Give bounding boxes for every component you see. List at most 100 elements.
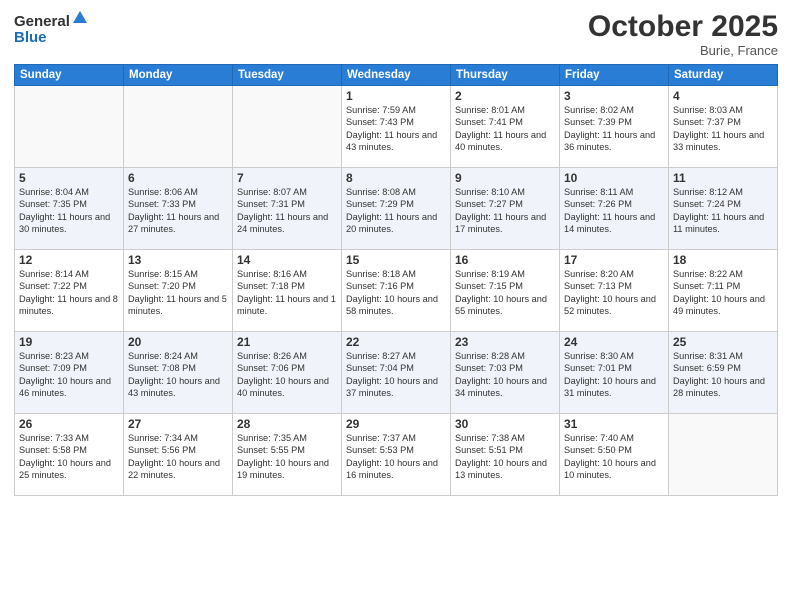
day-number: 31 <box>564 417 664 431</box>
calendar-week-row: 26Sunrise: 7:33 AM Sunset: 5:58 PM Dayli… <box>15 414 778 496</box>
calendar-header-row: Sunday Monday Tuesday Wednesday Thursday… <box>15 65 778 86</box>
day-info: Sunrise: 8:11 AM Sunset: 7:26 PM Dayligh… <box>564 186 664 236</box>
day-info: Sunrise: 7:38 AM Sunset: 5:51 PM Dayligh… <box>455 432 555 482</box>
day-number: 26 <box>19 417 119 431</box>
logo: General Blue <box>14 14 89 47</box>
day-number: 19 <box>19 335 119 349</box>
table-row: 14Sunrise: 8:16 AM Sunset: 7:18 PM Dayli… <box>233 250 342 332</box>
table-row: 9Sunrise: 8:10 AM Sunset: 7:27 PM Daylig… <box>451 168 560 250</box>
day-info: Sunrise: 8:10 AM Sunset: 7:27 PM Dayligh… <box>455 186 555 236</box>
day-number: 27 <box>128 417 228 431</box>
day-number: 21 <box>237 335 337 349</box>
table-row: 29Sunrise: 7:37 AM Sunset: 5:53 PM Dayli… <box>342 414 451 496</box>
table-row: 22Sunrise: 8:27 AM Sunset: 7:04 PM Dayli… <box>342 332 451 414</box>
day-info: Sunrise: 8:08 AM Sunset: 7:29 PM Dayligh… <box>346 186 446 236</box>
day-number: 13 <box>128 253 228 267</box>
day-number: 12 <box>19 253 119 267</box>
table-row: 19Sunrise: 8:23 AM Sunset: 7:09 PM Dayli… <box>15 332 124 414</box>
header-tuesday: Tuesday <box>233 65 342 86</box>
day-info: Sunrise: 7:40 AM Sunset: 5:50 PM Dayligh… <box>564 432 664 482</box>
day-info: Sunrise: 7:59 AM Sunset: 7:43 PM Dayligh… <box>346 104 446 154</box>
header-wednesday: Wednesday <box>342 65 451 86</box>
day-info: Sunrise: 7:37 AM Sunset: 5:53 PM Dayligh… <box>346 432 446 482</box>
table-row <box>233 86 342 168</box>
day-number: 6 <box>128 171 228 185</box>
day-number: 10 <box>564 171 664 185</box>
day-info: Sunrise: 8:23 AM Sunset: 7:09 PM Dayligh… <box>19 350 119 400</box>
calendar-week-row: 1Sunrise: 7:59 AM Sunset: 7:43 PM Daylig… <box>15 86 778 168</box>
table-row: 15Sunrise: 8:18 AM Sunset: 7:16 PM Dayli… <box>342 250 451 332</box>
table-row: 28Sunrise: 7:35 AM Sunset: 5:55 PM Dayli… <box>233 414 342 496</box>
day-info: Sunrise: 7:34 AM Sunset: 5:56 PM Dayligh… <box>128 432 228 482</box>
table-row: 10Sunrise: 8:11 AM Sunset: 7:26 PM Dayli… <box>560 168 669 250</box>
day-info: Sunrise: 8:20 AM Sunset: 7:13 PM Dayligh… <box>564 268 664 318</box>
calendar-week-row: 12Sunrise: 8:14 AM Sunset: 7:22 PM Dayli… <box>15 250 778 332</box>
table-row: 1Sunrise: 7:59 AM Sunset: 7:43 PM Daylig… <box>342 86 451 168</box>
day-info: Sunrise: 8:31 AM Sunset: 6:59 PM Dayligh… <box>673 350 773 400</box>
day-info: Sunrise: 7:33 AM Sunset: 5:58 PM Dayligh… <box>19 432 119 482</box>
logo-blue: Blue <box>14 29 47 46</box>
day-number: 9 <box>455 171 555 185</box>
table-row: 31Sunrise: 7:40 AM Sunset: 5:50 PM Dayli… <box>560 414 669 496</box>
table-row: 6Sunrise: 8:06 AM Sunset: 7:33 PM Daylig… <box>124 168 233 250</box>
day-number: 2 <box>455 89 555 103</box>
logo-icon <box>71 9 89 27</box>
header-friday: Friday <box>560 65 669 86</box>
day-info: Sunrise: 8:19 AM Sunset: 7:15 PM Dayligh… <box>455 268 555 318</box>
day-info: Sunrise: 8:26 AM Sunset: 7:06 PM Dayligh… <box>237 350 337 400</box>
day-number: 22 <box>346 335 446 349</box>
day-number: 14 <box>237 253 337 267</box>
table-row: 17Sunrise: 8:20 AM Sunset: 7:13 PM Dayli… <box>560 250 669 332</box>
day-info: Sunrise: 8:22 AM Sunset: 7:11 PM Dayligh… <box>673 268 773 318</box>
day-number: 30 <box>455 417 555 431</box>
table-row <box>15 86 124 168</box>
page: General Blue October 2025 Burie, France … <box>0 0 792 612</box>
day-info: Sunrise: 8:28 AM Sunset: 7:03 PM Dayligh… <box>455 350 555 400</box>
day-info: Sunrise: 8:02 AM Sunset: 7:39 PM Dayligh… <box>564 104 664 154</box>
header: General Blue October 2025 Burie, France <box>14 10 778 58</box>
day-info: Sunrise: 8:04 AM Sunset: 7:35 PM Dayligh… <box>19 186 119 236</box>
logo-general: General <box>14 14 70 29</box>
day-info: Sunrise: 8:01 AM Sunset: 7:41 PM Dayligh… <box>455 104 555 154</box>
day-number: 17 <box>564 253 664 267</box>
table-row: 8Sunrise: 8:08 AM Sunset: 7:29 PM Daylig… <box>342 168 451 250</box>
table-row: 21Sunrise: 8:26 AM Sunset: 7:06 PM Dayli… <box>233 332 342 414</box>
day-info: Sunrise: 8:06 AM Sunset: 7:33 PM Dayligh… <box>128 186 228 236</box>
month-title: October 2025 <box>588 10 778 43</box>
table-row: 11Sunrise: 8:12 AM Sunset: 7:24 PM Dayli… <box>669 168 778 250</box>
day-info: Sunrise: 7:35 AM Sunset: 5:55 PM Dayligh… <box>237 432 337 482</box>
day-number: 29 <box>346 417 446 431</box>
day-info: Sunrise: 8:16 AM Sunset: 7:18 PM Dayligh… <box>237 268 337 318</box>
table-row: 16Sunrise: 8:19 AM Sunset: 7:15 PM Dayli… <box>451 250 560 332</box>
calendar-week-row: 5Sunrise: 8:04 AM Sunset: 7:35 PM Daylig… <box>15 168 778 250</box>
table-row <box>124 86 233 168</box>
day-number: 11 <box>673 171 773 185</box>
table-row <box>669 414 778 496</box>
table-row: 26Sunrise: 7:33 AM Sunset: 5:58 PM Dayli… <box>15 414 124 496</box>
table-row: 30Sunrise: 7:38 AM Sunset: 5:51 PM Dayli… <box>451 414 560 496</box>
table-row: 24Sunrise: 8:30 AM Sunset: 7:01 PM Dayli… <box>560 332 669 414</box>
day-info: Sunrise: 8:27 AM Sunset: 7:04 PM Dayligh… <box>346 350 446 400</box>
day-number: 25 <box>673 335 773 349</box>
day-info: Sunrise: 8:12 AM Sunset: 7:24 PM Dayligh… <box>673 186 773 236</box>
location: Burie, France <box>588 43 778 58</box>
day-info: Sunrise: 8:18 AM Sunset: 7:16 PM Dayligh… <box>346 268 446 318</box>
day-number: 24 <box>564 335 664 349</box>
table-row: 25Sunrise: 8:31 AM Sunset: 6:59 PM Dayli… <box>669 332 778 414</box>
day-number: 28 <box>237 417 337 431</box>
day-number: 23 <box>455 335 555 349</box>
day-number: 15 <box>346 253 446 267</box>
header-monday: Monday <box>124 65 233 86</box>
day-info: Sunrise: 8:15 AM Sunset: 7:20 PM Dayligh… <box>128 268 228 318</box>
day-number: 3 <box>564 89 664 103</box>
day-info: Sunrise: 8:14 AM Sunset: 7:22 PM Dayligh… <box>19 268 119 318</box>
table-row: 2Sunrise: 8:01 AM Sunset: 7:41 PM Daylig… <box>451 86 560 168</box>
day-info: Sunrise: 8:24 AM Sunset: 7:08 PM Dayligh… <box>128 350 228 400</box>
table-row: 18Sunrise: 8:22 AM Sunset: 7:11 PM Dayli… <box>669 250 778 332</box>
table-row: 5Sunrise: 8:04 AM Sunset: 7:35 PM Daylig… <box>15 168 124 250</box>
title-block: October 2025 Burie, France <box>588 10 778 58</box>
calendar-week-row: 19Sunrise: 8:23 AM Sunset: 7:09 PM Dayli… <box>15 332 778 414</box>
table-row: 20Sunrise: 8:24 AM Sunset: 7:08 PM Dayli… <box>124 332 233 414</box>
header-thursday: Thursday <box>451 65 560 86</box>
day-number: 5 <box>19 171 119 185</box>
